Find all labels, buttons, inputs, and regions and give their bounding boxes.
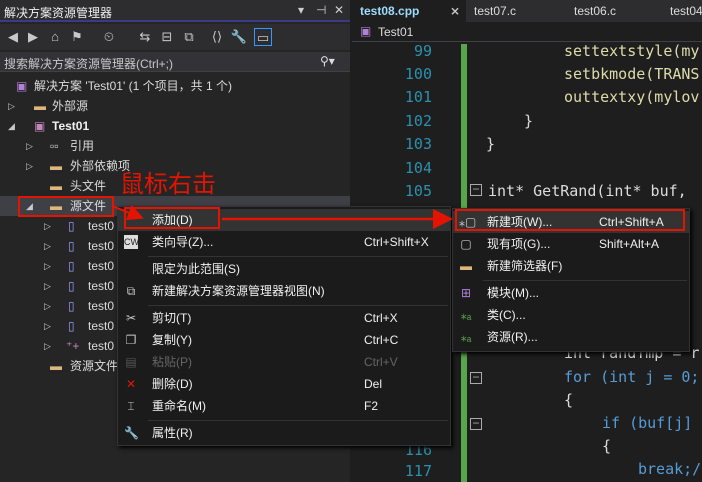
annotation-arrows (111, 205, 453, 229)
arrow-to-add-menu (111, 205, 144, 221)
